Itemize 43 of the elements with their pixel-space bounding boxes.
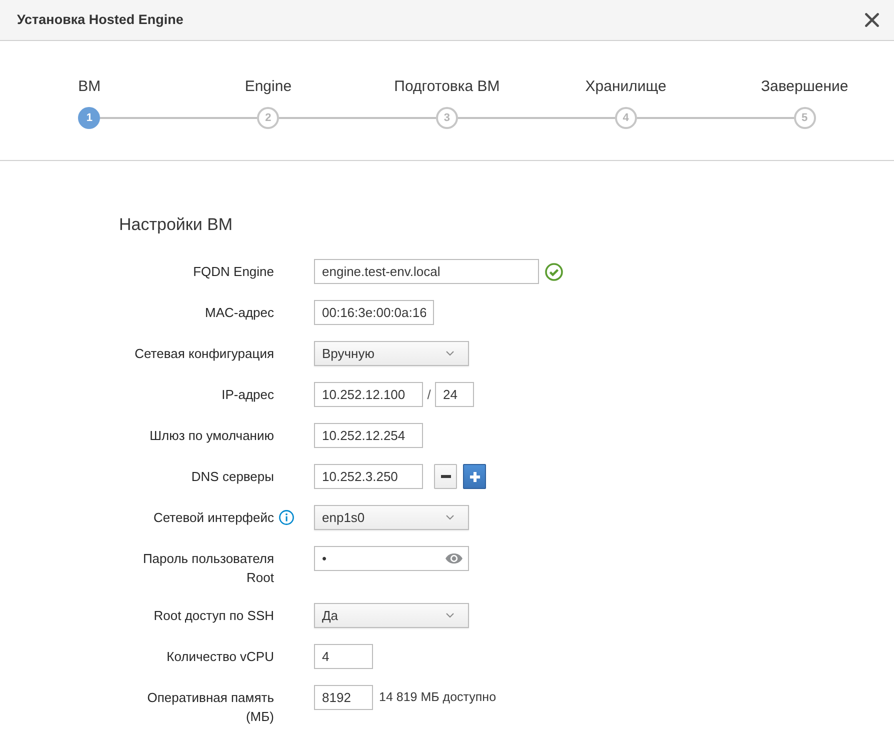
- field-label: Шлюз по умолчанию: [150, 428, 274, 443]
- input-field[interactable]: engine.test-env.local: [314, 259, 539, 284]
- remove-button[interactable]: [434, 464, 457, 489]
- separator-text: /: [426, 386, 432, 404]
- caret-icon: [446, 351, 454, 356]
- eye-icon[interactable]: [445, 553, 463, 564]
- caret-icon: [446, 613, 454, 618]
- input-field[interactable]: 10.252.3.250: [314, 464, 423, 489]
- input-field[interactable]: 00:16:3e:00:0a:16: [314, 300, 434, 325]
- field-label: MAC-адрес: [205, 305, 274, 320]
- field-label: Сетевой интерфейс: [154, 510, 274, 525]
- input-field[interactable]: 4: [314, 644, 373, 669]
- close-icon: [865, 13, 879, 27]
- step-label[interactable]: Engine: [244, 78, 292, 96]
- minus-icon: [440, 475, 450, 478]
- field-label: Оперативная память (МБ): [147, 690, 274, 724]
- dropdown[interactable]: enp1s0: [314, 505, 469, 530]
- add-button[interactable]: [463, 464, 486, 489]
- dropdown[interactable]: Вручную: [314, 341, 469, 366]
- section-title: Настройки ВМ: [119, 214, 233, 236]
- field-label: Сетевая конфигурация: [134, 346, 274, 361]
- step-label[interactable]: Хранилище: [585, 78, 666, 96]
- field-label: Root доступ по SSH: [154, 608, 274, 623]
- dialog-title: Установка Hosted Engine: [17, 11, 184, 29]
- dropdown[interactable]: Да: [314, 603, 469, 628]
- prefix-field[interactable]: 24: [435, 382, 474, 407]
- field-label: DNS серверы: [191, 469, 274, 484]
- hint-text: 14 819 МБ доступно: [379, 689, 496, 706]
- field-label: FQDN Engine: [193, 264, 274, 279]
- field-label: IP-адрес: [222, 387, 274, 402]
- password-field[interactable]: •: [314, 546, 469, 571]
- input-field[interactable]: 10.252.12.100: [314, 382, 423, 407]
- plus-icon: [470, 472, 480, 482]
- step-label[interactable]: Подготовка ВМ: [394, 78, 500, 96]
- info-icon[interactable]: [279, 510, 294, 525]
- caret-icon: [446, 515, 454, 520]
- input-field[interactable]: 8192: [314, 685, 373, 710]
- step-label[interactable]: ВМ: [78, 78, 101, 96]
- step-label[interactable]: Завершение: [760, 78, 848, 96]
- input-field[interactable]: 10.252.12.254: [314, 423, 423, 448]
- field-label: Количество vCPU: [166, 649, 274, 664]
- field-label: Пароль пользователя Root: [142, 551, 274, 585]
- close-button[interactable]: [865, 13, 879, 27]
